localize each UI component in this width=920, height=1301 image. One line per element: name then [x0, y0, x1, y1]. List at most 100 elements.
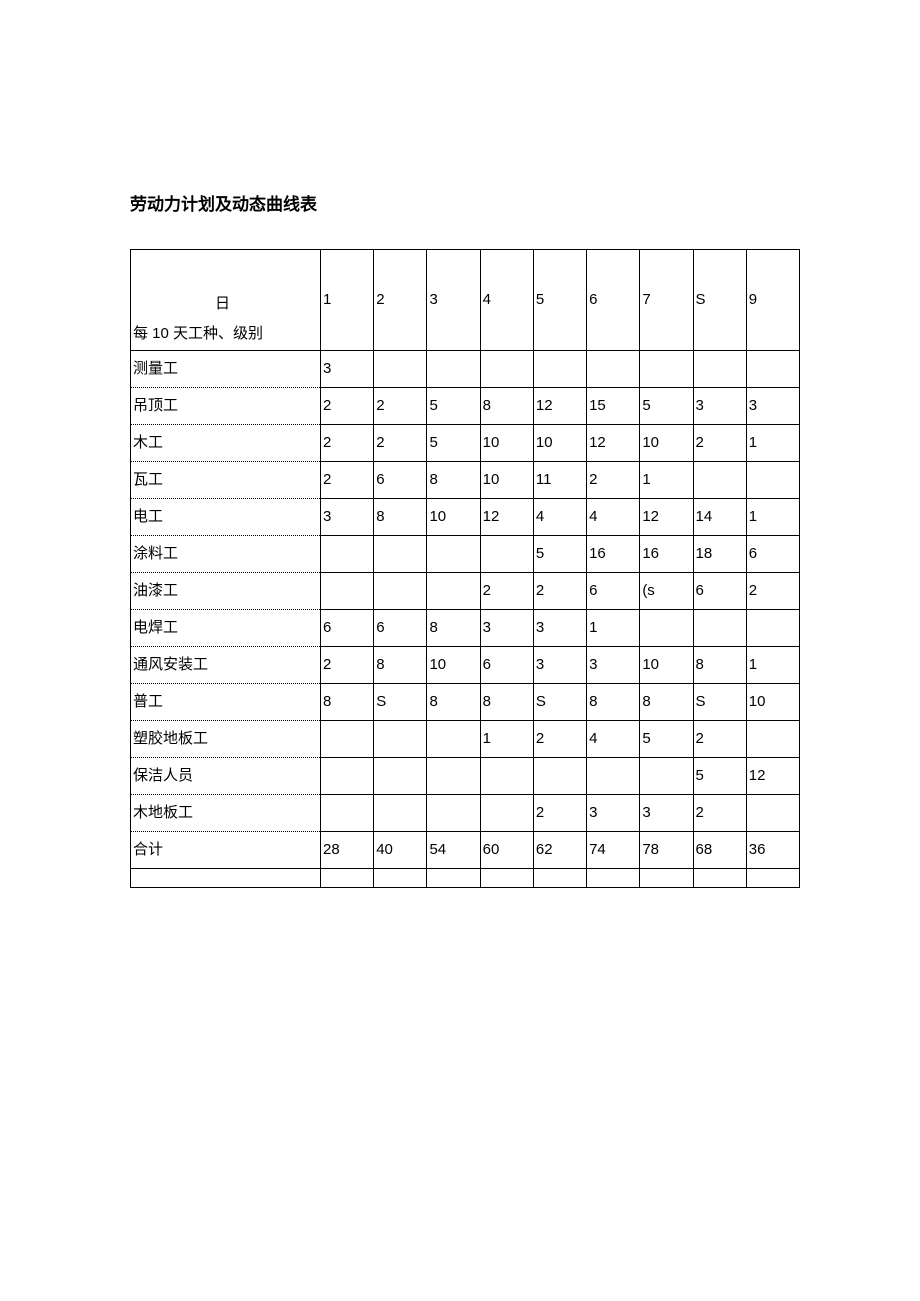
- header-col: 4: [480, 250, 533, 351]
- cell: 3: [483, 616, 491, 640]
- table-row: 保洁人员 5 12: [131, 758, 800, 795]
- header-day-label: 日: [215, 292, 230, 316]
- cell: 36: [749, 838, 766, 862]
- table-row: 普工 8 S 8 8 S 8 8 S 10: [131, 684, 800, 721]
- cell: 1: [483, 727, 491, 751]
- cell: 10: [429, 505, 446, 529]
- cell: 3: [589, 653, 597, 677]
- cell: (s: [642, 579, 655, 603]
- row-label: 木地板工: [133, 801, 193, 825]
- cell: 6: [376, 616, 384, 640]
- row-label: 保洁人员: [133, 764, 193, 788]
- cell: 8: [483, 394, 491, 418]
- cell: 78: [642, 838, 659, 862]
- table-row: 木工 2 2 5 10 10 12 10 2 1: [131, 425, 800, 462]
- cell: 2: [696, 431, 704, 455]
- cell: 5: [536, 542, 544, 566]
- header-col: 6: [587, 250, 640, 351]
- cell: 1: [589, 616, 597, 640]
- header-col: 9: [746, 250, 799, 351]
- cell: 5: [429, 394, 437, 418]
- cell: 8: [589, 690, 597, 714]
- cell: 5: [429, 431, 437, 455]
- cell: 2: [323, 431, 331, 455]
- page-title: 劳动力计划及动态曲线表: [130, 190, 800, 215]
- cell: 10: [642, 653, 659, 677]
- cell: 3: [642, 801, 650, 825]
- header-col: 1: [321, 250, 374, 351]
- cell: 6: [483, 653, 491, 677]
- cell: 3: [536, 653, 544, 677]
- row-label: 油漆工: [133, 579, 178, 603]
- table-spacer-row: [131, 869, 800, 888]
- cell: 10: [483, 468, 500, 492]
- cell: 74: [589, 838, 606, 862]
- table-row: 吊顶工 2 2 5 8 12 15 5 3 3: [131, 388, 800, 425]
- cell: 40: [376, 838, 393, 862]
- row-label: 通风安装工: [133, 653, 208, 677]
- header-sub-label: 每 10 天工种、级别: [133, 322, 263, 346]
- table-row: 涂料工 5 16 16 18 6: [131, 536, 800, 573]
- cell: 2: [323, 653, 331, 677]
- cell: 2: [376, 431, 384, 455]
- cell: 6: [749, 542, 757, 566]
- cell: S: [536, 690, 546, 714]
- cell: 10: [749, 690, 766, 714]
- cell: 3: [749, 394, 757, 418]
- cell: 5: [642, 727, 650, 751]
- table-row: 瓦工 2 6 8 10 11 2 1: [131, 462, 800, 499]
- cell: 10: [429, 653, 446, 677]
- table-row: 塑胶地板工 1 2 4 5 2: [131, 721, 800, 758]
- row-label: 合计: [133, 838, 163, 862]
- cell: 8: [696, 653, 704, 677]
- table-row: 电焊工 6 6 8 3 3 1: [131, 610, 800, 647]
- cell: 1: [642, 468, 650, 492]
- cell: 11: [536, 468, 552, 492]
- cell: 16: [642, 542, 659, 566]
- table-row: 测量工 3: [131, 351, 800, 388]
- cell: 3: [536, 616, 544, 640]
- row-label: 木工: [133, 431, 163, 455]
- cell: 2: [696, 727, 704, 751]
- cell: 18: [696, 542, 713, 566]
- cell: 3: [323, 357, 331, 381]
- cell: 3: [323, 505, 331, 529]
- table-row-total: 合计 28 40 54 60 62 74 78 68 36: [131, 832, 800, 869]
- row-label: 塑胶地板工: [133, 727, 208, 751]
- cell: 2: [749, 579, 757, 603]
- cell: S: [696, 690, 706, 714]
- cell: 2: [323, 394, 331, 418]
- cell: 8: [429, 616, 437, 640]
- cell: 4: [589, 505, 597, 529]
- row-label: 涂料工: [133, 542, 178, 566]
- cell: 1: [749, 505, 757, 529]
- cell: 8: [429, 468, 437, 492]
- cell: 68: [696, 838, 713, 862]
- cell: 12: [536, 394, 553, 418]
- header-col: 5: [533, 250, 586, 351]
- table-row: 通风安装工 2 8 10 6 3 3 10 8 1: [131, 647, 800, 684]
- cell: 12: [749, 764, 766, 788]
- cell: 2: [589, 468, 597, 492]
- cell: 2: [536, 727, 544, 751]
- row-label: 普工: [133, 690, 163, 714]
- cell: 8: [429, 690, 437, 714]
- cell: 5: [696, 764, 704, 788]
- row-label: 吊顶工: [133, 394, 178, 418]
- cell: 14: [696, 505, 713, 529]
- cell: 2: [536, 579, 544, 603]
- labor-table: 日 每 10 天工种、级别 1 2 3 4 5 6 7 S 9 测量工 3: [130, 249, 800, 888]
- cell: 10: [483, 431, 500, 455]
- cell: 62: [536, 838, 553, 862]
- header-label-cell: 日 每 10 天工种、级别: [131, 250, 321, 351]
- document-page: 劳动力计划及动态曲线表 日 每 10 天工种、级别 1 2 3 4 5 6 7 …: [0, 0, 920, 1301]
- cell: 3: [696, 394, 704, 418]
- cell: 12: [642, 505, 659, 529]
- cell: 8: [642, 690, 650, 714]
- cell: 2: [376, 394, 384, 418]
- row-label: 电工: [133, 505, 163, 529]
- table-header-row: 日 每 10 天工种、级别 1 2 3 4 5 6 7 S 9: [131, 250, 800, 351]
- row-label: 测量工: [133, 357, 178, 381]
- cell: 6: [323, 616, 331, 640]
- cell: 4: [536, 505, 544, 529]
